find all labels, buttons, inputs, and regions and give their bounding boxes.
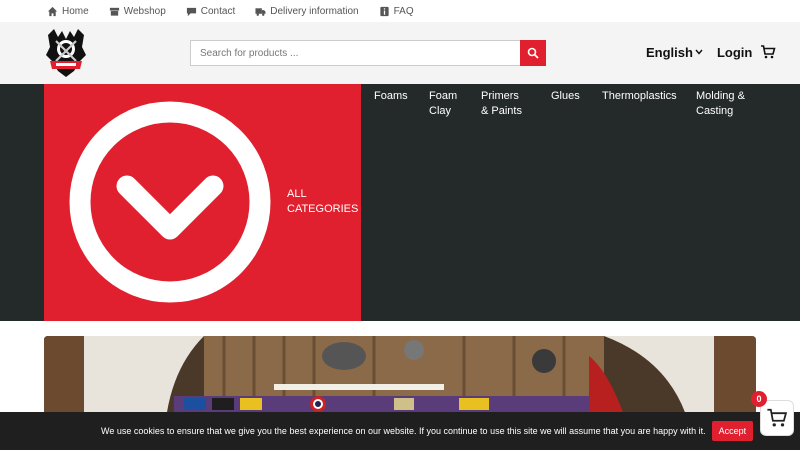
- top-nav-delivery[interactable]: Delivery information: [255, 5, 359, 17]
- top-nav-webshop[interactable]: Webshop: [109, 6, 166, 17]
- top-nav-webshop-label: Webshop: [123, 5, 166, 17]
- top-nav-contact-label: Contact: [200, 5, 236, 17]
- search-input[interactable]: [190, 40, 520, 66]
- login-link[interactable]: Login: [717, 45, 752, 60]
- menu-item-foams[interactable]: Foams: [374, 89, 408, 119]
- search-bar: [190, 40, 546, 66]
- menu-item-primers-paints[interactable]: Primers & Paints: [481, 89, 526, 119]
- top-nav-faq-label: FAQ: [393, 5, 414, 17]
- menu-item-foam-clay[interactable]: Foam Clay: [429, 89, 457, 119]
- chevron-down-icon: [695, 49, 703, 55]
- menu-item-thermoplastics[interactable]: Thermoplastics: [602, 89, 677, 119]
- top-nav-contact[interactable]: Contact: [186, 6, 235, 17]
- floating-cart-button[interactable]: [760, 400, 794, 436]
- chat-icon: [186, 7, 196, 16]
- shop-icon: [109, 7, 119, 16]
- menu-item-glues[interactable]: Glues: [551, 89, 580, 119]
- home-icon: [47, 6, 58, 16]
- language-selector[interactable]: English: [646, 45, 703, 60]
- language-label: English: [646, 44, 693, 60]
- cookie-accept-button[interactable]: Accept: [711, 421, 754, 441]
- top-nav-home[interactable]: Home: [47, 6, 89, 17]
- chevron-down-circle-icon: [69, 101, 271, 303]
- search-button[interactable]: [520, 40, 546, 66]
- cookie-banner: We use cookies to ensure that we give yo…: [0, 412, 800, 450]
- cart-count-badge: 0: [751, 391, 767, 407]
- cosplay-logo[interactable]: [44, 27, 88, 79]
- cookie-text: We use cookies to ensure that we give yo…: [101, 426, 706, 436]
- top-nav-faq[interactable]: FAQ: [379, 6, 414, 17]
- top-nav-home-label: Home: [62, 5, 89, 17]
- site-header: English Login: [0, 22, 800, 84]
- cart-icon[interactable]: [760, 44, 776, 60]
- top-nav-delivery-label: Delivery information: [270, 5, 359, 17]
- search-icon: [527, 47, 539, 59]
- all-categories-button[interactable]: ALL CATEGORIES: [44, 84, 361, 321]
- menu-item-molding-casting[interactable]: Molding & Casting: [696, 89, 746, 119]
- truck-icon: [255, 7, 266, 16]
- category-menu: Foams Foam Clay Primers & Paints Glues T…: [374, 89, 771, 119]
- cart-icon: [767, 408, 788, 427]
- top-nav: Home Webshop Contact Delivery informatio…: [0, 0, 800, 22]
- all-categories-label: ALL CATEGORIES: [287, 188, 359, 215]
- header-actions: English Login: [646, 44, 776, 60]
- info-icon: [379, 6, 389, 16]
